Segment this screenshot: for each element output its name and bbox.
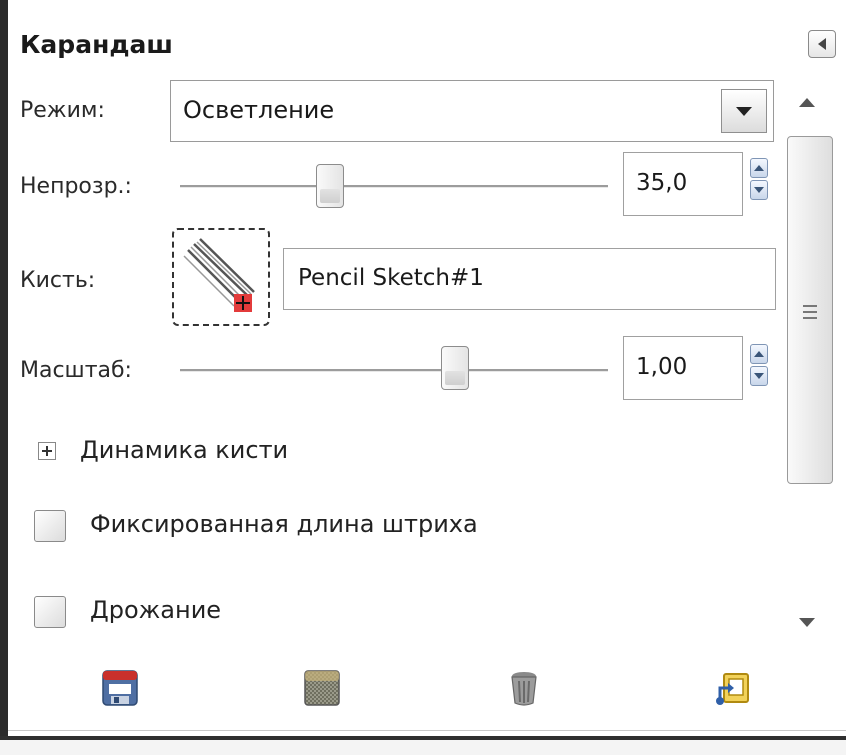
- pencil-sketch-brush-icon: [183, 238, 255, 312]
- reset-icon: [716, 673, 749, 705]
- scale-increment-button[interactable]: [750, 344, 768, 364]
- chevron-down-icon: [736, 106, 752, 116]
- trash-icon: [511, 672, 537, 706]
- opacity-spinbox[interactable]: 35,0: [623, 152, 743, 216]
- mode-label: Режим:: [20, 98, 105, 123]
- grip-line: [803, 305, 817, 307]
- restore-options-button[interactable]: [302, 668, 342, 708]
- opacity-decrement-button[interactable]: [750, 180, 768, 200]
- fixed-stroke-length-label: Фиксированная длина штриха: [90, 510, 478, 538]
- vertical-scrollbar[interactable]: [787, 88, 833, 648]
- arrow-up-icon: [754, 165, 764, 171]
- jitter-label: Дрожание: [90, 596, 222, 624]
- save-icon: [102, 670, 138, 706]
- scale-decrement-button[interactable]: [750, 366, 768, 386]
- restore-icon: [304, 670, 340, 706]
- opacity-slider-track[interactable]: [180, 185, 608, 188]
- scrollbar-thumb[interactable]: [787, 136, 833, 484]
- scale-spinbox[interactable]: 1,00: [623, 336, 743, 400]
- fixed-stroke-length-checkbox[interactable]: [34, 510, 66, 542]
- panel-title: Карандаш: [20, 30, 173, 59]
- arrow-down-icon: [754, 187, 764, 193]
- jitter-checkbox[interactable]: [34, 596, 66, 628]
- save-options-button[interactable]: [100, 668, 140, 708]
- mode-value: Осветление: [183, 96, 335, 124]
- opacity-increment-button[interactable]: [750, 158, 768, 178]
- brush-preview-button[interactable]: [172, 228, 270, 326]
- scale-label: Масштаб:: [20, 358, 132, 383]
- brush-name-field[interactable]: Pencil Sketch#1: [283, 248, 776, 310]
- grip-line: [803, 311, 817, 313]
- tool-options-panel: Карандаш Режим: Осветление Непрозр.: 35,…: [0, 0, 846, 755]
- grip-line: [803, 317, 817, 319]
- panel-menu-button[interactable]: [808, 30, 836, 58]
- scale-slider-track[interactable]: [180, 369, 608, 372]
- divider: [8, 730, 846, 731]
- opacity-label: Непрозр.:: [20, 174, 132, 199]
- brush-label: Кисть:: [20, 268, 96, 293]
- reset-options-button[interactable]: [712, 668, 752, 708]
- window-edge-left: [0, 0, 8, 755]
- scale-value: 1,00: [636, 354, 688, 380]
- delete-options-button[interactable]: [504, 668, 544, 708]
- brush-dynamics-expander[interactable]: Динамика кисти: [80, 436, 288, 464]
- scroll-up-arrow-icon[interactable]: [799, 98, 815, 107]
- mode-dropdown-button[interactable]: [721, 89, 767, 133]
- opacity-value: 35,0: [636, 170, 688, 196]
- window-edge-bottom-light: [0, 740, 846, 755]
- triangle-left-icon: [818, 38, 826, 50]
- brush-name: Pencil Sketch#1: [298, 265, 484, 291]
- scale-slider-thumb[interactable]: [441, 346, 469, 390]
- expand-plus-icon[interactable]: [38, 442, 56, 460]
- arrow-up-icon: [754, 351, 764, 357]
- scroll-down-arrow-icon[interactable]: [799, 618, 815, 627]
- opacity-slider-thumb[interactable]: [316, 164, 344, 208]
- arrow-down-icon: [754, 373, 764, 379]
- mode-combobox[interactable]: Осветление: [170, 80, 774, 142]
